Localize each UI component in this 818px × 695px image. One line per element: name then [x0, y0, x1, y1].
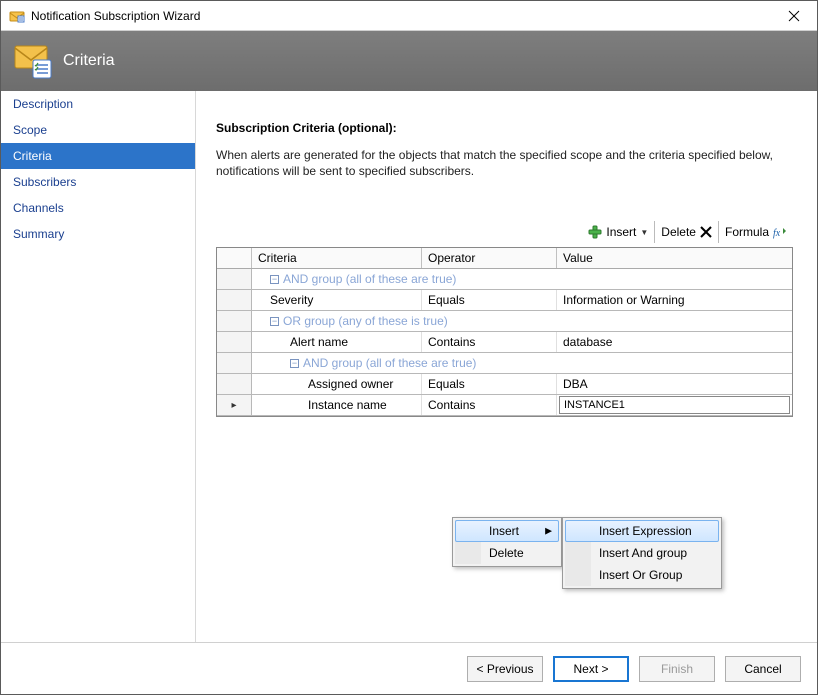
- svg-text:fx: fx: [773, 228, 781, 239]
- row-indicator: [217, 353, 252, 373]
- insert-label: Insert: [606, 225, 636, 239]
- cell-value[interactable]: Information or Warning: [557, 290, 792, 310]
- cell-value[interactable]: [557, 395, 792, 415]
- banner-title: Criteria: [63, 52, 115, 70]
- dropdown-icon: ▼: [640, 228, 648, 237]
- sidebar-item-description[interactable]: Description: [1, 91, 195, 117]
- cell-criteria[interactable]: Assigned owner: [252, 374, 422, 394]
- group-text: AND group (all of these are true): [303, 356, 476, 370]
- menu-item-label: Insert And group: [599, 546, 687, 560]
- main-panel: Subscription Criteria (optional): When a…: [196, 91, 817, 642]
- collapse-icon[interactable]: −: [290, 359, 299, 368]
- context-menu[interactable]: Insert ▶ Delete: [452, 517, 562, 567]
- menu-item-insert-and-group[interactable]: Insert And group: [565, 542, 719, 564]
- menu-item-insert[interactable]: Insert ▶: [455, 520, 559, 542]
- cell-value[interactable]: database: [557, 332, 792, 352]
- menu-item-label: Insert: [489, 524, 519, 538]
- grid-body: − AND group (all of these are true) Seve…: [217, 269, 792, 416]
- collapse-icon[interactable]: −: [270, 317, 279, 326]
- menu-item-insert-expression[interactable]: Insert Expression: [565, 520, 719, 542]
- next-button[interactable]: Next >: [553, 656, 629, 682]
- grid-header-criteria[interactable]: Criteria: [252, 248, 422, 268]
- cell-operator[interactable]: Equals: [422, 374, 557, 394]
- cell-criteria[interactable]: Severity: [252, 290, 422, 310]
- grid-header: Criteria Operator Value: [217, 248, 792, 269]
- window-title: Notification Subscription Wizard: [31, 9, 771, 23]
- group-label[interactable]: − AND group (all of these are true): [252, 269, 792, 289]
- sidebar-item-subscribers[interactable]: Subscribers: [1, 169, 195, 195]
- row-indicator: [217, 332, 252, 352]
- group-row[interactable]: − OR group (any of these is true): [217, 311, 792, 332]
- row-indicator: [217, 311, 252, 331]
- close-button[interactable]: [771, 1, 817, 31]
- criteria-grid: Criteria Operator Value − AND group (all…: [216, 247, 793, 417]
- table-row[interactable]: Instance name Contains: [217, 395, 792, 416]
- group-label[interactable]: − AND group (all of these are true): [252, 353, 792, 373]
- group-text: AND group (all of these are true): [283, 272, 456, 286]
- table-row[interactable]: Alert name Contains database: [217, 332, 792, 353]
- table-row[interactable]: Severity Equals Information or Warning: [217, 290, 792, 311]
- cell-value[interactable]: DBA: [557, 374, 792, 394]
- insert-button[interactable]: Insert ▼: [582, 221, 655, 243]
- cell-operator[interactable]: Contains: [422, 332, 557, 352]
- submenu-arrow-icon: ▶: [545, 526, 552, 537]
- delete-label: Delete: [661, 225, 696, 239]
- formula-label: Formula: [725, 225, 769, 239]
- row-indicator: [217, 290, 252, 310]
- titlebar: Notification Subscription Wizard: [1, 1, 817, 31]
- grid-header-operator[interactable]: Operator: [422, 248, 557, 268]
- menu-item-label: Delete: [489, 546, 524, 560]
- row-indicator: [217, 269, 252, 289]
- group-row[interactable]: − AND group (all of these are true): [217, 353, 792, 374]
- banner-icon: [13, 42, 53, 80]
- row-indicator: [217, 374, 252, 394]
- previous-button[interactable]: < Previous: [467, 656, 543, 682]
- finish-button: Finish: [639, 656, 715, 682]
- delete-button[interactable]: Delete: [655, 221, 719, 243]
- grid-header-value[interactable]: Value: [557, 248, 792, 268]
- section-heading: Subscription Criteria (optional):: [216, 121, 793, 135]
- plus-icon: [588, 225, 602, 239]
- sidebar-item-criteria[interactable]: Criteria: [1, 143, 195, 169]
- formula-fx-icon: fx: [773, 225, 787, 239]
- group-label[interactable]: − OR group (any of these is true): [252, 311, 792, 331]
- row-indicator: [217, 395, 252, 415]
- cell-criteria[interactable]: Instance name: [252, 395, 422, 415]
- group-text: OR group (any of these is true): [283, 314, 448, 328]
- sidebar-item-summary[interactable]: Summary: [1, 221, 195, 247]
- section-description: When alerts are generated for the object…: [216, 147, 793, 179]
- grid-header-indent: [217, 248, 252, 268]
- menu-item-delete[interactable]: Delete: [455, 542, 559, 564]
- collapse-icon[interactable]: −: [270, 275, 279, 284]
- sidebar-item-channels[interactable]: Channels: [1, 195, 195, 221]
- cell-operator[interactable]: Contains: [422, 395, 557, 415]
- cell-criteria[interactable]: Alert name: [252, 332, 422, 352]
- delete-x-icon: [700, 226, 712, 238]
- group-row[interactable]: − AND group (all of these are true): [217, 269, 792, 290]
- formula-button[interactable]: Formula fx: [719, 221, 793, 243]
- grid-toolbar: Insert ▼ Delete Formula fx: [216, 221, 793, 243]
- cancel-button[interactable]: Cancel: [725, 656, 801, 682]
- wizard-window: Notification Subscription Wizard Criteri…: [0, 0, 818, 695]
- cell-operator[interactable]: Equals: [422, 290, 557, 310]
- menu-item-label: Insert Expression: [599, 524, 692, 538]
- value-input[interactable]: [559, 396, 790, 414]
- menu-item-insert-or-group[interactable]: Insert Or Group: [565, 564, 719, 586]
- body: Description Scope Criteria Subscribers C…: [1, 91, 817, 642]
- table-row[interactable]: Assigned owner Equals DBA: [217, 374, 792, 395]
- app-icon: [9, 8, 25, 24]
- context-submenu[interactable]: Insert Expression Insert And group Inser…: [562, 517, 722, 589]
- menu-item-label: Insert Or Group: [599, 568, 682, 582]
- banner: Criteria: [1, 31, 817, 91]
- wizard-footer: < Previous Next > Finish Cancel: [1, 642, 817, 694]
- wizard-sidebar: Description Scope Criteria Subscribers C…: [1, 91, 196, 642]
- close-icon: [788, 10, 800, 22]
- sidebar-item-scope[interactable]: Scope: [1, 117, 195, 143]
